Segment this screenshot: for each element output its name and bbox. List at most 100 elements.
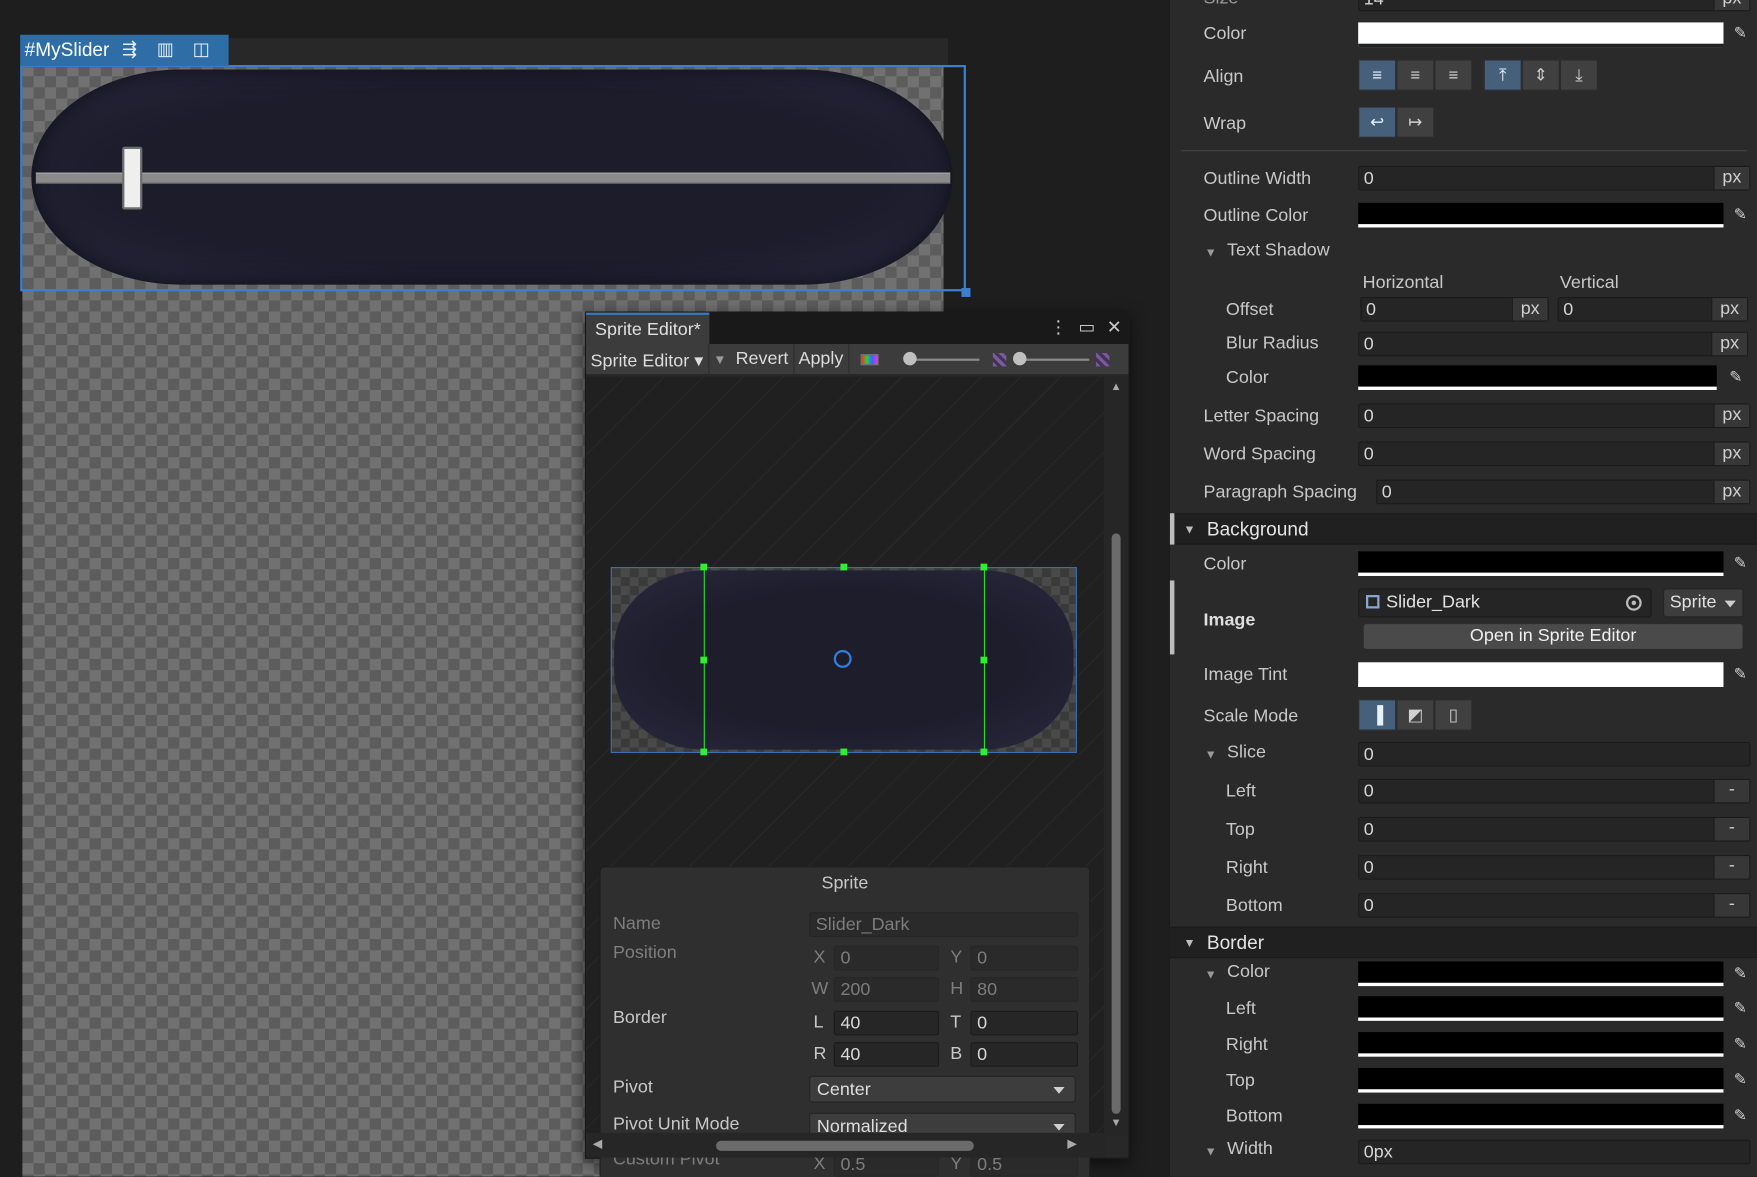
maximize-icon[interactable]: ▭ [1079, 316, 1096, 338]
flex-direction-icon[interactable]: ⇶ [118, 40, 140, 60]
border-l-field[interactable]: 40 [833, 1010, 940, 1036]
border-b-field[interactable]: 0 [970, 1042, 1079, 1067]
stretch-to-fill-icon[interactable]: ▐ [1358, 699, 1397, 731]
zoom-slider[interactable] [902, 351, 979, 365]
name-field[interactable]: Slider_Dark [809, 912, 1079, 937]
slice-top-unit[interactable]: - [1713, 818, 1750, 841]
eyedropper-icon[interactable]: ✎ [1730, 1069, 1750, 1089]
outline-color-swatch[interactable] [1358, 202, 1724, 228]
eyedropper-icon[interactable]: ✎ [1730, 963, 1750, 983]
border-handle[interactable] [700, 748, 708, 756]
scroll-up-icon[interactable]: ▲ [1111, 381, 1122, 393]
pos-h-field[interactable]: 80 [970, 977, 1079, 1002]
horizontal-scrollbar[interactable]: ◀ ▶ [586, 1132, 1107, 1158]
offset-horizontal-field[interactable]: 0 px [1360, 296, 1549, 322]
eyedropper-icon[interactable]: ✎ [1730, 1105, 1750, 1125]
resize-handle[interactable] [961, 287, 971, 297]
foldout-arrow-icon[interactable]: ▼ [1205, 968, 1217, 981]
border-r-field[interactable]: 40 [833, 1042, 940, 1067]
align-center-icon[interactable]: ≡ [1396, 59, 1435, 91]
scale-to-fit-icon[interactable]: ▯ [1434, 699, 1473, 731]
offset-vertical-field[interactable]: 0 px [1557, 296, 1749, 322]
blur-radius-unit[interactable]: px [1711, 332, 1748, 356]
align-left-icon[interactable]: ≡ [1358, 59, 1397, 91]
pivot-dropdown[interactable]: Center [809, 1075, 1076, 1103]
outline-width-field[interactable]: 0 px [1358, 165, 1751, 191]
offset-vertical-unit[interactable]: px [1711, 298, 1748, 321]
align-bottom-icon[interactable]: ⤓ [1559, 59, 1598, 91]
mode-dropdown[interactable]: Sprite Editor ▾ [586, 343, 709, 375]
selected-element-tag[interactable]: #MySlider ⇶ ▥ ◫ [20, 34, 229, 67]
pos-w-field[interactable]: 200 [833, 977, 940, 1002]
slice-left-field[interactable]: 0- [1358, 778, 1751, 804]
slice-top-field[interactable]: 0- [1358, 816, 1751, 842]
zoom-slider-knob[interactable] [902, 351, 917, 365]
image-tint-swatch[interactable] [1358, 662, 1724, 687]
border-handle[interactable] [700, 656, 708, 664]
border-bottom-color-swatch[interactable] [1358, 1103, 1724, 1129]
vertical-scroll-thumb[interactable] [1111, 533, 1121, 1114]
scale-and-crop-icon[interactable]: ◩ [1396, 699, 1435, 731]
border-handle[interactable] [980, 748, 988, 756]
border-handle[interactable] [980, 656, 988, 664]
border-right-color-swatch[interactable] [1358, 1032, 1724, 1057]
mip-slider-knob[interactable] [1012, 351, 1026, 365]
letter-spacing-unit[interactable]: px [1713, 404, 1750, 427]
vertical-scrollbar[interactable]: ▲ ▼ [1103, 376, 1129, 1137]
size-unit[interactable]: px [1713, 0, 1750, 11]
scroll-down-icon[interactable]: ▼ [1111, 1117, 1122, 1129]
border-handle[interactable] [980, 563, 988, 571]
letter-spacing-field[interactable]: 0 px [1358, 403, 1751, 429]
object-picker-icon[interactable] [1625, 595, 1642, 611]
slice-right-unit[interactable]: - [1713, 856, 1750, 879]
border-left-color-swatch[interactable] [1358, 996, 1724, 1021]
expand-height-icon[interactable]: ◫ [190, 40, 212, 60]
no-wrap-icon[interactable]: ↦ [1396, 106, 1435, 138]
wrap-icon[interactable]: ↩ [1358, 106, 1397, 138]
border-handle[interactable] [840, 748, 848, 756]
eyedropper-icon[interactable]: ✎ [1730, 204, 1750, 224]
paragraph-spacing-unit[interactable]: px [1713, 480, 1750, 504]
apply-button[interactable]: Apply [794, 343, 849, 375]
image-object-field[interactable]: Slider_Dark [1358, 588, 1652, 618]
border-top-color-swatch[interactable] [1358, 1067, 1724, 1093]
eyedropper-icon[interactable]: ✎ [1730, 663, 1750, 683]
border-t-field[interactable]: 0 [970, 1010, 1079, 1036]
rgb-channel-icon[interactable] [860, 353, 879, 365]
pos-x-field[interactable]: 0 [833, 945, 940, 971]
eyedropper-icon[interactable]: ✎ [1726, 366, 1746, 386]
align-middle-icon[interactable]: ⇕ [1521, 59, 1560, 91]
eyedropper-icon[interactable]: ✎ [1730, 1033, 1750, 1053]
border-width-field[interactable]: 0px [1358, 1139, 1751, 1165]
slice-field[interactable]: 0 [1358, 741, 1751, 767]
eyedropper-icon[interactable]: ✎ [1730, 552, 1750, 572]
border-handle[interactable] [700, 563, 708, 571]
shadow-color-swatch[interactable] [1358, 365, 1717, 390]
mip-slider[interactable] [1012, 351, 1089, 365]
slice-right-field[interactable]: 0- [1358, 855, 1751, 880]
expand-width-icon[interactable]: ▥ [154, 40, 176, 60]
eyedropper-icon[interactable]: ✎ [1730, 22, 1750, 42]
paragraph-spacing-field[interactable]: 0 px [1376, 479, 1751, 505]
close-icon[interactable]: ✕ [1107, 316, 1122, 338]
more-options-icon[interactable]: ⋮ [1049, 316, 1067, 338]
outline-width-unit[interactable]: px [1713, 166, 1750, 190]
secondary-dropdown-icon[interactable]: ▼ [709, 351, 731, 367]
open-in-sprite-editor-button[interactable]: Open in Sprite Editor [1362, 623, 1744, 650]
border-color-swatch[interactable] [1358, 961, 1724, 987]
eyedropper-icon[interactable]: ✎ [1730, 997, 1750, 1017]
horizontal-scroll-thumb[interactable] [716, 1140, 974, 1151]
offset-horizontal-unit[interactable]: px [1511, 298, 1548, 321]
bg-color-swatch[interactable] [1358, 551, 1724, 576]
foldout-arrow-icon[interactable]: ▼ [1205, 1145, 1217, 1158]
sprite-preview-viewport[interactable]: Sprite Name Slider_Dark Position X 0 Y 0… [586, 376, 1107, 1177]
scroll-right-icon[interactable]: ▶ [1067, 1136, 1076, 1150]
word-spacing-field[interactable]: 0 px [1358, 441, 1751, 467]
foldout-arrow-icon[interactable]: ▼ [1205, 247, 1217, 260]
align-right-icon[interactable]: ≡ [1434, 59, 1473, 91]
slice-bottom-unit[interactable]: - [1713, 894, 1750, 917]
size-field[interactable]: 14 px [1358, 0, 1751, 12]
slice-bottom-field[interactable]: 0- [1358, 893, 1751, 918]
text-color-swatch[interactable] [1358, 22, 1724, 48]
word-spacing-unit[interactable]: px [1713, 442, 1750, 466]
